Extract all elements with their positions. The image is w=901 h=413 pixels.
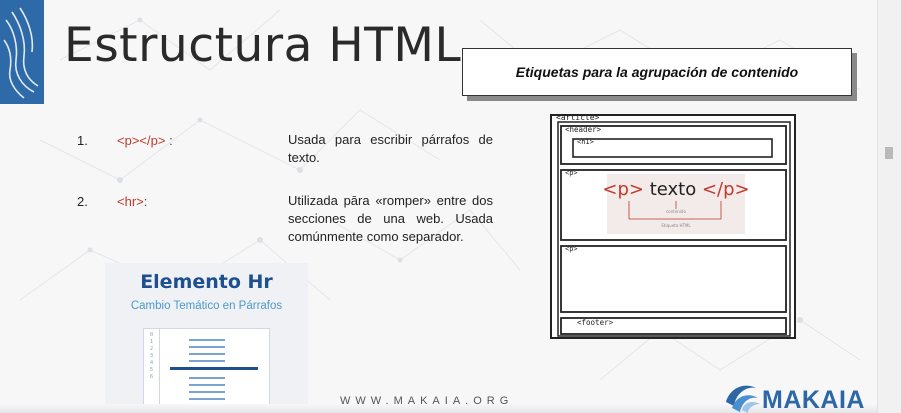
- article-label: <article>: [556, 113, 600, 122]
- footer-label: <footer>: [577, 318, 614, 327]
- header-label: <header>: [565, 125, 602, 134]
- subtitle-text: Etiquetas para la agrupación de contenid…: [515, 64, 799, 80]
- p-label: <p>: [565, 169, 578, 177]
- hr-image-title: Elemento Hr: [140, 271, 273, 293]
- hand-logo-icon: [0, 0, 44, 104]
- brand-name: MAKAIA: [762, 386, 865, 413]
- list-item-description: Usada para escribir párrafos de texto.: [288, 132, 493, 165]
- vertical-scrollbar[interactable]: [877, 0, 901, 413]
- html-structure-diagram: <article> <header> <h1> <p> <p> texto </…: [550, 113, 796, 339]
- slide: Estructura HTML Etiquetas para la agrupa…: [0, 0, 877, 413]
- subtitle-box: Etiquetas para la agrupación de contenid…: [462, 48, 852, 96]
- tag-suffix: :: [143, 194, 148, 209]
- list-item-number: 1.: [77, 133, 88, 148]
- h1-label: <h1>: [577, 138, 594, 146]
- list-item-tag: <hr>:: [117, 194, 147, 209]
- p2-label: <p>: [565, 245, 578, 253]
- list-item-tag: <p></p> :: [117, 133, 173, 148]
- list-item-number: 2.: [77, 194, 88, 209]
- list-item-description: Utilizada pāra «romper» entre dos seccio…: [288, 193, 493, 244]
- p-note-content: contenido: [666, 209, 686, 214]
- tag-open: <p>: [117, 133, 140, 148]
- document-icon: 0 1 2 3 4 5 6: [143, 328, 270, 410]
- p-example: <p> texto </p>: [602, 179, 749, 200]
- tag-open: <hr>: [117, 194, 144, 209]
- page-title: Estructura HTML: [64, 18, 462, 73]
- hr-image-subtitle: Cambio Temático en Párrafos: [130, 300, 283, 312]
- makaia-logo-icon: [726, 385, 760, 413]
- p-note-tag: Etiqueta HTML: [661, 223, 691, 228]
- scrollbar-thumb[interactable]: [885, 147, 893, 159]
- hr-element-image: Elemento Hr Cambio Temático en Párrafos …: [105, 263, 308, 410]
- tag-close: </p>: [139, 133, 166, 148]
- line-numbers: 0 1 2 3 4 5 6: [144, 329, 160, 409]
- tag-suffix: :: [165, 133, 173, 148]
- horizontal-rule-icon: [170, 367, 258, 370]
- website-url: WWW.MAKAIA.ORG: [340, 395, 514, 407]
